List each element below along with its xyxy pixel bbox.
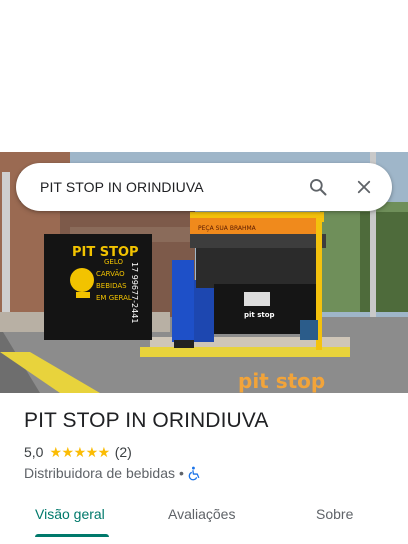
wall-sign-line-4: EM GERAL: [96, 294, 132, 302]
tab-about[interactable]: Sobre: [316, 506, 353, 522]
wall-phone: 17 99677-2441: [130, 262, 139, 323]
wheelchair-icon[interactable]: [188, 465, 202, 481]
close-icon: [357, 180, 371, 194]
rating-row[interactable]: 5,0 ★★★★★ (2): [24, 443, 132, 461]
wall-sign-line-2: CARVÃO: [96, 269, 125, 278]
place-name: PIT STOP IN ORINDIUVA: [24, 409, 269, 432]
place-category: Distribuidora de bebidas: [24, 465, 175, 481]
wall-sign-line-3: BEBIDAS: [96, 282, 127, 290]
search-button[interactable]: [298, 167, 338, 207]
rating-value: 5,0: [24, 444, 44, 460]
wall-sign-line-1: GELO: [104, 258, 123, 266]
star-rating-icon: ★★★★★: [49, 443, 110, 460]
banner-text: PEÇA SUA BRAHMA: [198, 225, 257, 232]
active-tab-indicator: [35, 534, 109, 537]
category-row: Distribuidora de bebidas •: [24, 464, 202, 482]
search-icon: [310, 179, 327, 196]
separator-dot: •: [178, 465, 184, 481]
floor-text: pit stop: [238, 369, 325, 393]
clear-search-button[interactable]: [344, 167, 384, 207]
map-blank-area: [0, 0, 408, 152]
tab-overview[interactable]: Visão geral: [35, 506, 105, 522]
search-bar: PIT STOP IN ORINDIUVA: [16, 163, 392, 211]
search-input[interactable]: PIT STOP IN ORINDIUVA: [40, 179, 298, 195]
place-tabs: Visão geral Avaliações Sobre: [0, 494, 408, 540]
review-count[interactable]: (2): [115, 444, 132, 460]
tab-reviews[interactable]: Avaliações: [168, 506, 235, 522]
counter-logo: pit stop: [244, 311, 275, 319]
